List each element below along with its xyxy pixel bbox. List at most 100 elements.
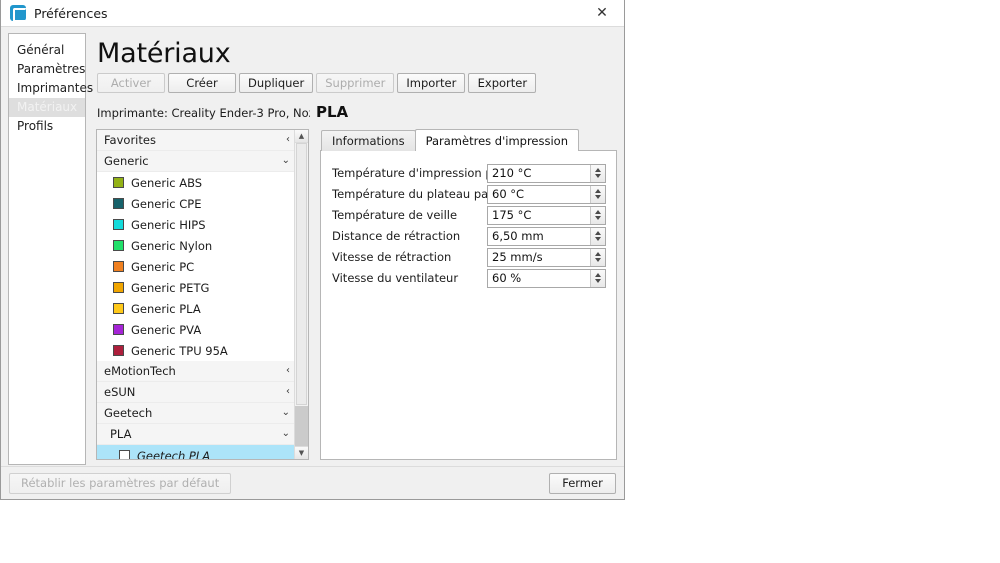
cura-logo-icon xyxy=(10,5,27,22)
setting-value[interactable]: 60 °C xyxy=(488,186,590,203)
window-title: Préférences xyxy=(34,5,108,21)
setting-bed-temperature: Température du plateau par d... 60 °C xyxy=(332,184,606,204)
group-geetech[interactable]: Geetech ⌄ xyxy=(97,403,294,424)
sidebar-item-general[interactable]: Général xyxy=(9,41,85,60)
setting-standby-temperature: Température de veille 175 °C xyxy=(332,205,606,225)
materials-panes: Favorites ‹ Generic ⌄ Generic ABS Generi… xyxy=(96,129,617,460)
group-label: Generic xyxy=(104,154,149,168)
setting-label: Vitesse de rétraction xyxy=(332,250,452,264)
stepper-up-icon[interactable] xyxy=(595,210,601,214)
activate-button[interactable]: Activer xyxy=(97,73,165,93)
material-list-scrollbar[interactable]: ▲ ▼ xyxy=(294,130,308,459)
color-swatch xyxy=(113,177,124,188)
group-esun[interactable]: eSUN ‹ xyxy=(97,382,294,403)
printer-and-material-line: Imprimante: Creality Ender-3 Pro, Nozzle… xyxy=(97,103,617,123)
export-button[interactable]: Exporter xyxy=(468,73,537,93)
chevron-down-icon[interactable]: ⌄ xyxy=(282,156,290,166)
list-item[interactable]: Generic PC xyxy=(97,256,294,277)
stepper-up-icon[interactable] xyxy=(595,252,601,256)
reset-defaults-button[interactable]: Rétablir les paramètres par défaut xyxy=(9,472,232,494)
stepper-buttons[interactable] xyxy=(590,248,605,266)
sidebar-item-printers[interactable]: Imprimantes xyxy=(9,79,93,98)
stepper-up-icon[interactable] xyxy=(595,168,601,172)
quantity-stepper[interactable]: 60 % xyxy=(487,268,606,288)
stepper-up-icon[interactable] xyxy=(595,189,601,193)
group-generic[interactable]: Generic ⌄ xyxy=(97,151,294,172)
content-columns: Général Paramètres Imprimantes Matériaux… xyxy=(8,33,617,466)
quantity-stepper[interactable]: 25 mm/s xyxy=(487,247,606,267)
color-swatch xyxy=(113,345,124,356)
printer-label: Imprimante: Creality Ender-3 Pro, Nozzle… xyxy=(97,106,310,120)
tab-informations[interactable]: Informations xyxy=(321,130,416,151)
close-icon[interactable]: ✕ xyxy=(580,0,624,26)
material-list[interactable]: Favorites ‹ Generic ⌄ Generic ABS Generi… xyxy=(97,130,294,459)
stepper-up-icon[interactable] xyxy=(595,231,601,235)
chevron-left-icon[interactable]: ‹ xyxy=(286,366,290,376)
stepper-buttons[interactable] xyxy=(590,206,605,224)
list-item[interactable]: Generic TPU 95A xyxy=(97,340,294,361)
group-favorites[interactable]: Favorites ‹ xyxy=(97,130,294,151)
delete-button[interactable]: Supprimer xyxy=(316,73,395,93)
list-item[interactable]: Generic ABS xyxy=(97,172,294,193)
quantity-stepper[interactable]: 210 °C xyxy=(487,163,606,183)
group-emotiontech[interactable]: eMotionTech ‹ xyxy=(97,361,294,382)
title-bar: Préférences ✕ xyxy=(1,0,624,27)
setting-label: Vitesse du ventilateur xyxy=(332,271,459,285)
tab-print-settings[interactable]: Paramètres d'impression xyxy=(414,129,579,151)
stepper-buttons[interactable] xyxy=(590,185,605,203)
material-label: Generic PC xyxy=(131,259,195,274)
stepper-buttons[interactable] xyxy=(590,227,605,245)
list-item[interactable]: Generic HIPS xyxy=(97,214,294,235)
stepper-buttons[interactable] xyxy=(590,269,605,287)
chevron-left-icon[interactable]: ‹ xyxy=(286,135,290,145)
scroll-down-icon[interactable]: ▼ xyxy=(295,446,308,459)
sidebar-item-materials[interactable]: Matériaux xyxy=(9,98,85,117)
quantity-stepper[interactable]: 6,50 mm xyxy=(487,226,606,246)
stepper-down-icon[interactable] xyxy=(595,237,601,241)
scroll-up-icon[interactable]: ▲ xyxy=(295,130,308,143)
setting-value[interactable]: 210 °C xyxy=(488,165,590,182)
stepper-down-icon[interactable] xyxy=(595,216,601,220)
stepper-buttons[interactable] xyxy=(590,164,605,182)
group-label: eSUN xyxy=(104,385,136,399)
chevron-left-icon[interactable]: ‹ xyxy=(286,387,290,397)
stepper-up-icon[interactable] xyxy=(595,273,601,277)
stepper-down-icon[interactable] xyxy=(595,258,601,262)
setting-value[interactable]: 60 % xyxy=(488,270,590,287)
duplicate-button[interactable]: Dupliquer xyxy=(239,73,314,93)
list-item[interactable]: Generic PETG xyxy=(97,277,294,298)
group-geetech-pla[interactable]: PLA ⌄ xyxy=(97,424,294,445)
close-button[interactable]: Fermer xyxy=(549,472,616,494)
scrollbar-track[interactable] xyxy=(295,143,308,446)
material-list-container: Favorites ‹ Generic ⌄ Generic ABS Generi… xyxy=(96,129,309,460)
setting-retraction-distance: Distance de rétraction 6,50 mm xyxy=(332,226,606,246)
create-button[interactable]: Créer xyxy=(168,73,236,93)
list-item-selected[interactable]: Geetech PLA xyxy=(97,445,294,459)
quantity-stepper[interactable]: 175 °C xyxy=(487,205,606,225)
list-item[interactable]: Generic CPE xyxy=(97,193,294,214)
dialog-footer: Rétablir les paramètres par défaut Ferme… xyxy=(1,466,624,499)
list-item[interactable]: Generic PLA xyxy=(97,298,294,319)
sidebar-item-settings[interactable]: Paramètres xyxy=(9,60,85,79)
stepper-down-icon[interactable] xyxy=(595,174,601,178)
list-item[interactable]: Generic Nylon xyxy=(97,235,294,256)
setting-value[interactable]: 6,50 mm xyxy=(488,228,590,245)
chevron-down-icon[interactable]: ⌄ xyxy=(282,408,290,418)
setting-value[interactable]: 25 mm/s xyxy=(488,249,590,266)
setting-label: Température de veille xyxy=(332,208,458,222)
stepper-down-icon[interactable] xyxy=(595,195,601,199)
page-title: Matériaux xyxy=(97,38,231,69)
quantity-stepper[interactable]: 60 °C xyxy=(487,184,606,204)
material-detail-pane: Informations Paramètres d'impression Tem… xyxy=(320,129,617,460)
stepper-down-icon[interactable] xyxy=(595,279,601,283)
scrollbar-thumb[interactable] xyxy=(296,143,307,405)
sidebar-item-profiles[interactable]: Profils xyxy=(9,117,85,136)
group-label: Geetech xyxy=(104,406,153,420)
setting-value[interactable]: 175 °C xyxy=(488,207,590,224)
import-button[interactable]: Importer xyxy=(397,73,466,93)
list-item[interactable]: Generic PVA xyxy=(97,319,294,340)
scrollbar-track-lower[interactable] xyxy=(295,406,308,446)
material-label: Generic CPE xyxy=(131,196,202,211)
chevron-down-icon[interactable]: ⌄ xyxy=(282,429,290,439)
color-swatch xyxy=(113,303,124,314)
